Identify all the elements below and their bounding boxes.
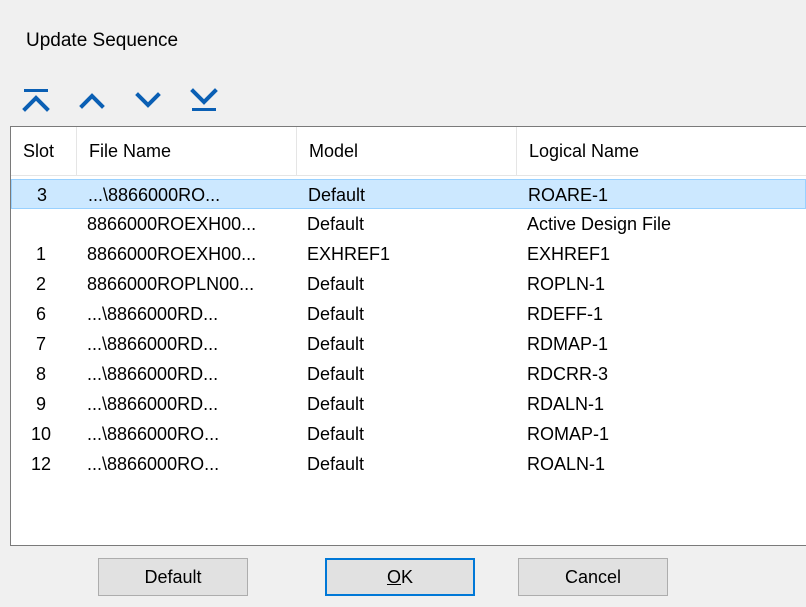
move-to-bottom-button[interactable] <box>182 82 226 118</box>
file-name-cell: ...\8866000RO... <box>87 424 220 444</box>
file-name-cell: ...\8866000RO... <box>88 185 221 205</box>
file-name-cell: 8866000ROEXH00... <box>87 244 257 264</box>
dialog-title: Update Sequence <box>26 30 179 51</box>
slot-cell: 6 <box>35 304 46 324</box>
model-cell: Default <box>307 364 365 384</box>
model-cell: Default <box>307 334 365 354</box>
model-cell: Default <box>307 424 365 444</box>
table-row[interactable]: 8 ...\8866000RD... Default RDCRR-3 <box>11 359 806 389</box>
file-name-cell: ...\8866000RD... <box>87 334 219 354</box>
logical-name-cell: EXHREF1 <box>527 244 611 264</box>
file-name-cell: 8866000ROEXH00... <box>87 214 257 234</box>
table-row[interactable]: 12 ...\8866000RO... Default ROALN-1 <box>11 449 806 479</box>
move-to-top-icon <box>21 85 51 115</box>
move-up-icon <box>77 85 107 115</box>
logical-name-cell: RDCRR-3 <box>527 364 608 384</box>
slot-cell: 10 <box>30 424 52 444</box>
model-cell: Default <box>307 304 365 324</box>
column-header-logical-name[interactable]: Logical Name <box>517 127 806 175</box>
logical-name-cell: Active Design File <box>527 214 672 234</box>
table-row[interactable]: 7 ...\8866000RD... Default RDMAP-1 <box>11 329 806 359</box>
ok-label-rest: K <box>401 566 414 587</box>
table-row[interactable]: 9 ...\8866000RD... Default RDALN-1 <box>11 389 806 419</box>
logical-name-cell: RDEFF-1 <box>527 304 603 324</box>
cancel-button[interactable]: Cancel <box>518 558 668 596</box>
file-name-cell: ...\8866000RD... <box>87 304 219 324</box>
file-name-cell: ...\8866000RD... <box>87 394 219 414</box>
logical-name-cell: ROARE-1 <box>528 185 609 205</box>
slot-cell: 7 <box>35 334 46 354</box>
logical-name-cell: ROMAP-1 <box>527 424 610 444</box>
model-cell: Default <box>307 454 365 474</box>
default-button[interactable]: Default <box>98 558 248 596</box>
table-row[interactable]: 8866000ROEXH00... Default Active Design Fi… <box>11 209 806 239</box>
list-rows: 3 ...\8866000RO... Default ROARE-1 8866000RO… <box>11 179 806 479</box>
list-header: Slot File Name Model Logical Name <box>11 127 806 176</box>
logical-name-cell: ROALN-1 <box>527 454 606 474</box>
slot-cell: 2 <box>35 274 46 294</box>
logical-name-cell: RDMAP-1 <box>527 334 609 354</box>
slot-cell: 12 <box>30 454 52 474</box>
column-header-file-name[interactable]: File Name <box>77 127 297 175</box>
file-name-cell: 8866000ROPLN00... <box>87 274 255 294</box>
model-cell: Default <box>307 274 365 294</box>
move-up-button[interactable] <box>70 82 114 118</box>
table-row[interactable]: 10 ...\8866000RO... Default ROMAP-1 <box>11 419 806 449</box>
move-to-bottom-icon <box>189 85 219 115</box>
slot-cell: 9 <box>35 394 46 414</box>
ok-button[interactable]: OK <box>325 558 475 596</box>
file-name-cell: ...\8866000RD... <box>87 364 219 384</box>
slot-cell: 1 <box>35 244 46 264</box>
move-down-icon <box>133 85 163 115</box>
ok-mnemonic: O <box>386 566 401 587</box>
table-row[interactable]: 3 ...\8866000RO... Default ROARE-1 <box>11 179 806 209</box>
model-cell: Default <box>307 394 365 414</box>
slot-cell: 8 <box>35 364 46 384</box>
column-header-slot[interactable]: Slot <box>11 127 77 175</box>
logical-name-cell: ROPLN-1 <box>527 274 606 294</box>
reference-list[interactable]: Slot File Name Model Logical Name 3 ...\8… <box>10 126 806 546</box>
table-row[interactable]: 1 8866000ROEXH00... EXHREF1 EXHREF1 <box>11 239 806 269</box>
move-down-button[interactable] <box>126 82 170 118</box>
table-row[interactable]: 2 8866000ROPLN00... Default ROPLN-1 <box>11 269 806 299</box>
model-cell: Default <box>308 185 366 205</box>
model-cell: Default <box>307 214 365 234</box>
dialog-footer: Default OK Cancel <box>10 546 806 607</box>
table-row[interactable]: 6 ...\8866000RD... Default RDEFF-1 <box>11 299 806 329</box>
reorder-toolbar <box>14 80 226 120</box>
slot-cell <box>11 209 71 239</box>
file-name-cell: ...\8866000RO... <box>87 454 220 474</box>
slot-cell: 3 <box>36 185 47 205</box>
logical-name-cell: RDALN-1 <box>527 394 605 414</box>
column-header-model[interactable]: Model <box>297 127 517 175</box>
move-to-top-button[interactable] <box>14 82 58 118</box>
model-cell: EXHREF1 <box>307 244 391 264</box>
